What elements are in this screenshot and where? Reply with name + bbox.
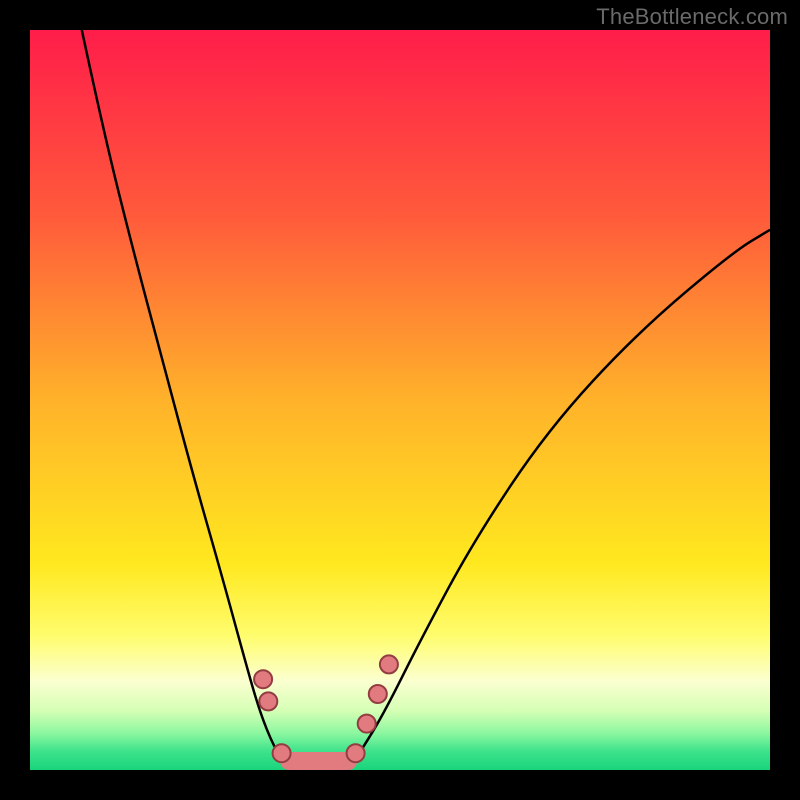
watermark-text: TheBottleneck.com xyxy=(596,4,788,30)
plot-area xyxy=(30,30,770,770)
data-marker xyxy=(380,655,398,673)
data-marker xyxy=(358,715,376,733)
data-marker xyxy=(254,670,272,688)
data-marker xyxy=(369,685,387,703)
curve-right-branch xyxy=(348,230,770,770)
marker-group xyxy=(254,655,398,762)
data-marker xyxy=(273,744,291,762)
curve-left-branch xyxy=(82,30,289,770)
data-marker xyxy=(347,744,365,762)
data-marker xyxy=(259,692,277,710)
curve-layer xyxy=(30,30,770,770)
chart-frame: TheBottleneck.com xyxy=(0,0,800,800)
